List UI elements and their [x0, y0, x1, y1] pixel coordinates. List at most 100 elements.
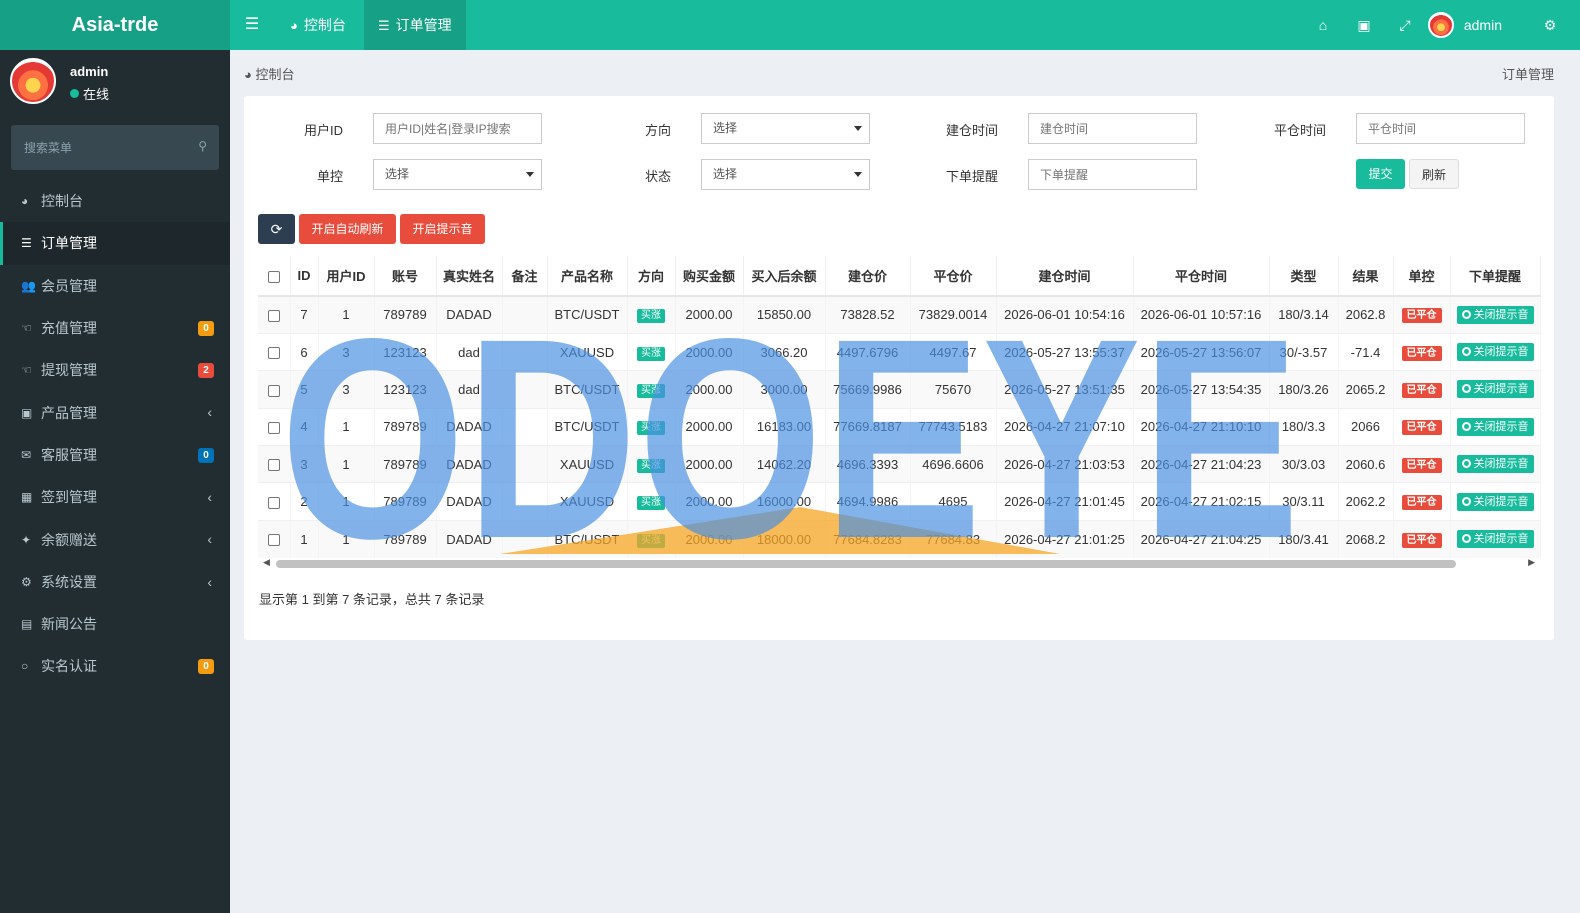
column-header[interactable]: 下单提醒	[1450, 256, 1541, 297]
table-row[interactable]: 5 3 123123 dad BTC/USDT 买涨 2000.00 3000.00 75669…	[258, 370, 1541, 409]
chevron-left-icon: ‹	[207, 489, 212, 506]
table-body: 7 1 789789 DADAD BTC/USDT 买涨 2000.00 15850.00 73…	[258, 295, 1541, 558]
column-header[interactable]: 结果	[1338, 256, 1394, 297]
row-checkbox[interactable]	[258, 445, 291, 483]
row-checkbox[interactable]	[258, 482, 291, 521]
close-time-input[interactable]	[1356, 113, 1525, 144]
column-header[interactable]: 方向	[627, 256, 676, 297]
column-header[interactable]: 产品名称	[547, 256, 628, 297]
user-id-input[interactable]	[373, 113, 542, 144]
column-header[interactable]: 购买金额	[675, 256, 744, 297]
table-row[interactable]: 1 1 789789 DADAD BTC/USDT 买涨 2000.00 18000.00 77…	[258, 519, 1541, 558]
select-all-checkbox[interactable]	[258, 256, 291, 297]
breadcrumb-current: 订单管理	[1501, 67, 1554, 82]
online-dot-icon	[70, 89, 79, 98]
column-header[interactable]: 单控	[1393, 256, 1451, 297]
status-badge: 已平仓	[1401, 495, 1442, 511]
direction-select[interactable]: 选择	[701, 113, 870, 144]
comments-icon: ✉	[21, 447, 32, 462]
row-checkbox[interactable]	[258, 370, 291, 409]
horizontal-scrollbar[interactable]: ◀ ▶	[258, 557, 1540, 571]
table-row[interactable]: 7 1 789789 DADAD BTC/USDT 买涨 2000.00 15850.00 73…	[258, 295, 1541, 334]
status-select[interactable]: 选择	[701, 159, 870, 190]
sidebar-item-6[interactable]: ✉ 客服管理 0	[0, 434, 230, 476]
close-sound-button[interactable]: 关闭提示音	[1456, 343, 1534, 362]
sidebar-item-label: 新闻公告	[41, 616, 97, 633]
row-checkbox[interactable]	[258, 295, 291, 334]
close-sound-button[interactable]: 关闭提示音	[1456, 530, 1534, 549]
column-header[interactable]: 建仓时间	[996, 256, 1134, 297]
cell-amount: 2000.00	[675, 332, 744, 371]
sidebar-search-input[interactable]	[11, 125, 181, 170]
cell-control: 已平仓	[1393, 407, 1451, 446]
cell-open: 77669.8187	[825, 407, 911, 446]
sidebar-item-8[interactable]: ✦ 余额赠送 ‹	[0, 518, 230, 560]
status-badge: 已平仓	[1401, 420, 1442, 436]
header-user-menu[interactable]: admin	[1427, 0, 1502, 50]
sidebar-item-4[interactable]: ☜ 提现管理 2	[0, 349, 230, 391]
sidebar-item-9[interactable]: ⚙ 系统设置 ‹	[0, 561, 230, 603]
table-row[interactable]: 3 1 789789 DADAD XAUUSD 买涨 2000.00 14062.20 4696…	[258, 445, 1541, 483]
control-select[interactable]: 选择	[373, 159, 542, 190]
sidebar-item-2[interactable]: 👥 会员管理	[0, 265, 230, 307]
filter-label-control: 单控	[316, 169, 343, 184]
refresh-icon[interactable]: ⟳	[258, 214, 295, 244]
fullscreen-icon[interactable]: ⤢	[1385, 0, 1425, 50]
sidebar-item-1[interactable]: ☰ 订单管理	[0, 222, 230, 265]
cell-control: 已平仓	[1393, 295, 1451, 334]
auto-refresh-button[interactable]: 开启自动刷新	[299, 214, 396, 244]
dashboard-icon: ◕	[21, 194, 29, 209]
scroll-right-icon[interactable]: ▶	[1528, 557, 1535, 568]
sidebar-item-10[interactable]: ▤ 新闻公告	[0, 603, 230, 645]
row-checkbox[interactable]	[258, 332, 291, 371]
tab-orders[interactable]: ☰ 订单管理	[364, 0, 466, 50]
sidebar-toggle-icon[interactable]: ☰	[230, 0, 274, 50]
column-header[interactable]: 用户ID	[318, 256, 375, 297]
cell-uid: 3	[318, 370, 375, 409]
table-row[interactable]: 4 1 789789 DADAD BTC/USDT 买涨 2000.00 16183.00 77…	[258, 407, 1541, 446]
column-header[interactable]: 建仓价	[825, 256, 911, 297]
column-header[interactable]: 类型	[1269, 256, 1339, 297]
column-header[interactable]: 真实姓名	[436, 256, 503, 297]
calendar-icon: ▦	[21, 490, 33, 505]
reset-button[interactable]: 刷新	[1409, 159, 1459, 189]
trash-icon[interactable]: ▣	[1344, 0, 1384, 50]
sidebar-item-5[interactable]: ▣ 产品管理 ‹	[0, 391, 230, 433]
home-icon[interactable]: ⌂	[1303, 0, 1343, 50]
cell-amount: 2000.00	[675, 445, 744, 483]
column-header[interactable]: 平仓时间	[1133, 256, 1270, 297]
table-row[interactable]: 6 3 123123 dad XAUUSD 买涨 2000.00 3066.20 4497.67…	[258, 332, 1541, 371]
column-header[interactable]: ID	[290, 256, 319, 297]
sidebar-item-7[interactable]: ▦ 签到管理 ‹	[0, 476, 230, 518]
column-header[interactable]: 备注	[502, 256, 548, 297]
remind-input[interactable]	[1028, 159, 1197, 190]
breadcrumb-home[interactable]: 控制台	[255, 67, 294, 82]
sidebar-menu: ◕ 控制台 ☰ 订单管理 👥 会员管理 ☜ 充值管理 0 ☜ 提现管理 2 ▣ 产品管理 ‹ ✉ 客服管理 0 ▦ 签…	[0, 180, 230, 688]
app-logo[interactable]: Asia-trde	[0, 0, 230, 50]
scroll-left-icon[interactable]: ◀	[263, 557, 270, 568]
close-sound-button[interactable]: 关闭提示音	[1456, 455, 1534, 474]
cell-open: 4497.6796	[825, 332, 911, 371]
submit-button[interactable]: 提交	[1356, 159, 1405, 189]
sidebar-item-0[interactable]: ◕ 控制台	[0, 180, 230, 222]
column-header[interactable]: 平仓价	[910, 256, 997, 297]
sidebar-item-11[interactable]: ○ 实名认证 0	[0, 645, 230, 687]
column-header[interactable]: 买入后余额	[743, 256, 826, 297]
cell-close_time: 2026-04-27 21:04:23	[1133, 445, 1270, 483]
sound-button[interactable]: 开启提示音	[400, 214, 485, 244]
tab-dashboard[interactable]: ◕ 控制台	[276, 0, 360, 50]
row-checkbox[interactable]	[258, 407, 291, 446]
search-icon[interactable]: ⚲	[198, 139, 207, 153]
sidebar-item-3[interactable]: ☜ 充值管理 0	[0, 307, 230, 349]
close-sound-button[interactable]: 关闭提示音	[1456, 305, 1534, 324]
close-sound-button[interactable]: 关闭提示音	[1456, 417, 1534, 436]
settings-icon[interactable]: ⚙	[1530, 0, 1570, 50]
row-checkbox[interactable]	[258, 519, 291, 558]
scroll-thumb[interactable]	[276, 560, 1456, 568]
table-row[interactable]: 2 1 789789 DADAD XAUUSD 买涨 2000.00 16000.00 4694…	[258, 482, 1541, 521]
column-header[interactable]: 账号	[374, 256, 437, 297]
close-sound-button[interactable]: 关闭提示音	[1456, 492, 1534, 511]
open-time-input[interactable]	[1028, 113, 1197, 144]
cell-result: -71.4	[1338, 332, 1394, 371]
close-sound-button[interactable]: 关闭提示音	[1456, 380, 1534, 399]
